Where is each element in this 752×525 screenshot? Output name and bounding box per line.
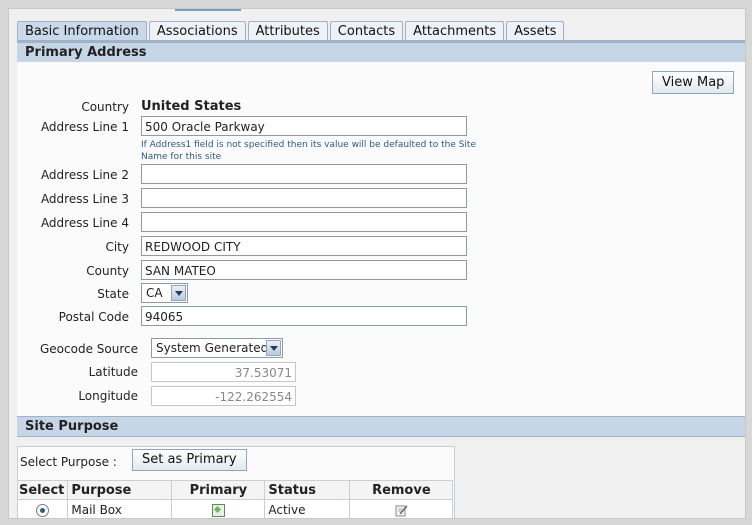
top-strip: [175, 9, 241, 11]
address1-field[interactable]: 500 Oracle Parkway: [141, 116, 467, 136]
tab-contacts[interactable]: Contacts: [329, 21, 404, 41]
status-cell: Active: [264, 499, 351, 518]
tab-attributes[interactable]: Attributes: [247, 21, 328, 41]
geocode-source-select[interactable]: System Generated: [151, 338, 283, 358]
address3-field[interactable]: [141, 188, 467, 208]
address3-label: Address Line 3: [40, 192, 129, 206]
tab-assets[interactable]: Assets: [506, 21, 565, 41]
primary-check-icon: [211, 504, 225, 517]
address4-label: Address Line 4: [40, 216, 129, 230]
select-radio[interactable]: [36, 504, 50, 517]
column-header-primary: Primary: [171, 480, 266, 500]
city-field[interactable]: REDWOOD CITY: [141, 236, 467, 256]
column-header-select: Select: [16, 480, 69, 500]
table-row: Mail Box Active: [16, 499, 454, 518]
column-header-status: Status: [264, 480, 351, 500]
chevron-down-icon[interactable]: [266, 340, 281, 356]
remove-icon[interactable]: [395, 504, 408, 517]
address4-field[interactable]: [141, 212, 467, 232]
latitude-label: Latitude: [88, 365, 138, 379]
state-select[interactable]: CA: [141, 283, 188, 303]
purpose-cell: Mail Box: [67, 499, 173, 518]
address2-field[interactable]: [141, 164, 467, 184]
city-label: City: [105, 240, 129, 254]
column-header-remove: Remove: [349, 480, 454, 500]
primary-cell: [171, 499, 266, 518]
tab-bar: Basic Information Associations Attribute…: [17, 21, 566, 41]
primary-address-header: Primary Address: [17, 42, 745, 63]
column-header-purpose: Purpose: [67, 480, 173, 500]
country-value: United States: [141, 99, 242, 114]
view-map-button[interactable]: View Map: [652, 71, 735, 94]
chevron-down-icon[interactable]: [171, 285, 186, 301]
site-purpose-table: Select Purpose Primary Status Remove Mai…: [16, 480, 454, 518]
table-header-row: Select Purpose Primary Status Remove: [16, 480, 454, 500]
site-purpose-header: Site Purpose: [17, 416, 745, 437]
set-as-primary-button[interactable]: Set as Primary: [132, 449, 247, 471]
tab-basic-information[interactable]: Basic Information: [17, 21, 147, 41]
geocode-source-label: Geocode Source: [40, 342, 138, 356]
postal-code-field[interactable]: 94065: [141, 306, 467, 326]
longitude-field: -122.262554: [151, 386, 296, 406]
county-field[interactable]: SAN MATEO: [141, 260, 467, 280]
address1-hint-line1: If Address1 field is not specified then …: [141, 140, 476, 150]
latitude-field: 37.53071: [151, 362, 296, 382]
geocode-source-value: System Generated: [156, 341, 269, 355]
county-label: County: [86, 264, 129, 278]
tab-associations[interactable]: Associations: [148, 21, 246, 41]
country-label: Country: [81, 100, 129, 114]
state-label: State: [97, 287, 129, 301]
remove-cell: [349, 499, 454, 518]
page-frame: Basic Information Associations Attribute…: [8, 8, 746, 519]
address1-hint-line2: Name for this site: [141, 152, 222, 162]
select-cell: [16, 499, 69, 518]
tab-attachments[interactable]: Attachments: [405, 21, 505, 41]
address2-label: Address Line 2: [40, 168, 129, 182]
longitude-label: Longitude: [78, 389, 138, 403]
postal-code-label: Postal Code: [58, 310, 129, 324]
primary-address-panel: View Map Country United States Address L…: [17, 62, 745, 416]
select-purpose-label: Select Purpose :: [20, 455, 117, 469]
state-select-value: CA: [146, 286, 163, 300]
address1-label: Address Line 1: [40, 120, 129, 134]
